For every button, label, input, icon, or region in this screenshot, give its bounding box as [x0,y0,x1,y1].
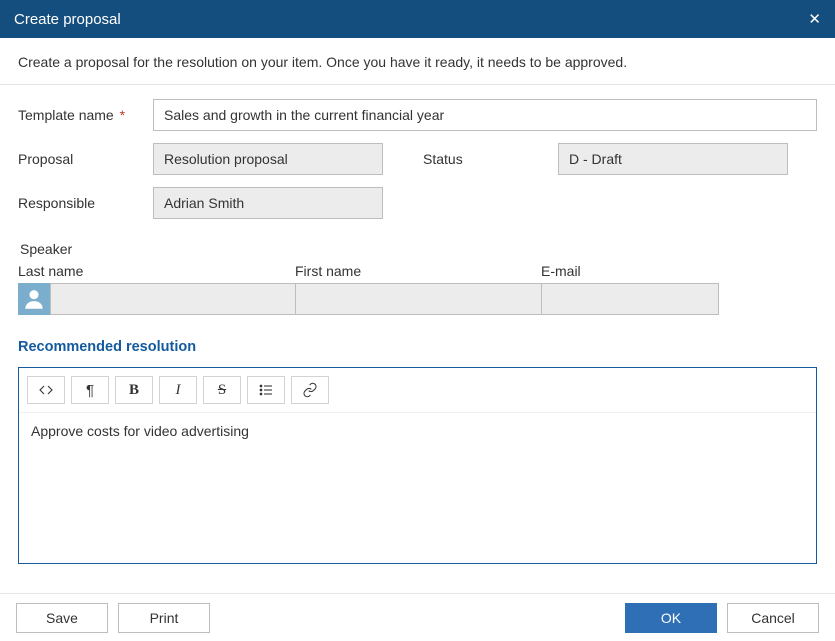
row-proposal-status: Proposal Resolution proposal Status D - … [18,143,817,175]
speaker-email-input[interactable] [541,283,719,315]
cancel-button[interactable]: Cancel [727,603,819,633]
speaker-block: Speaker Last name First name E-mail [18,241,817,315]
col-firstname: First name [295,263,541,283]
intro-text: Create a proposal for the resolution on … [0,38,835,85]
bold-icon[interactable]: B [115,376,153,404]
strike-icon[interactable]: S [203,376,241,404]
form: Template name * Proposal Resolution prop… [0,85,835,578]
dialog-title: Create proposal [14,11,121,28]
col-email: E-mail [541,263,719,283]
label-template: Template name * [18,107,153,123]
footer: Save Print OK Cancel [0,593,835,641]
save-button[interactable]: Save [16,603,108,633]
label-proposal: Proposal [18,151,153,167]
scroll-area[interactable]: Create a proposal for the resolution on … [0,38,835,593]
row-template: Template name * [18,99,817,131]
status-field[interactable]: D - Draft [558,143,788,175]
label-responsible: Responsible [18,195,153,211]
link-icon[interactable] [291,376,329,404]
editor: ¶ B I S Approve costs for video advertis… [18,367,817,564]
responsible-field[interactable]: Adrian Smith [153,187,383,219]
italic-icon[interactable]: I [159,376,197,404]
section-recommended: Recommended resolution [18,339,817,355]
speaker-header: Last name First name E-mail [18,263,817,283]
speaker-lastname-input[interactable] [50,283,295,315]
close-icon[interactable]: ✕ [808,10,821,28]
editor-toolbar: ¶ B I S [19,368,816,413]
speaker-firstname-input[interactable] [295,283,541,315]
proposal-field[interactable]: Resolution proposal [153,143,383,175]
print-button[interactable]: Print [118,603,210,633]
col-lastname: Last name [18,263,295,283]
titlebar: Create proposal ✕ [0,0,835,38]
editor-body[interactable]: Approve costs for video advertising [19,413,816,563]
label-speaker: Speaker [20,241,817,257]
code-icon[interactable] [27,376,65,404]
list-icon[interactable] [247,376,285,404]
pilcrow-icon[interactable]: ¶ [71,376,109,404]
avatar-icon[interactable] [18,283,50,315]
row-responsible: Responsible Adrian Smith [18,187,817,219]
ok-button[interactable]: OK [625,603,717,633]
speaker-row[interactable] [18,283,817,315]
label-status: Status [423,151,558,167]
template-name-input[interactable] [153,99,817,131]
